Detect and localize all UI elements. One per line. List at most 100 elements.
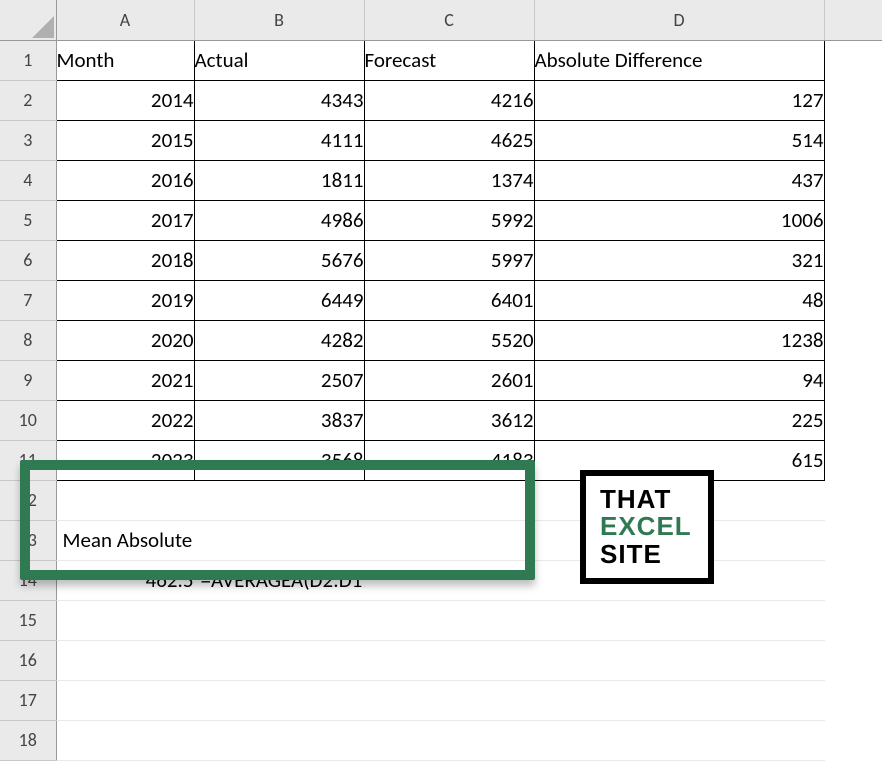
cell-absdiff[interactable]: 1238	[534, 320, 824, 360]
row-header[interactable]: 2	[0, 80, 56, 120]
row-header[interactable]: 1	[0, 40, 56, 80]
empty-cell[interactable]	[824, 480, 882, 520]
cell-absdiff[interactable]: 437	[534, 160, 824, 200]
row-header[interactable]: 7	[0, 280, 56, 320]
row-header[interactable]: 11	[0, 440, 56, 480]
row-header[interactable]: 6	[0, 240, 56, 280]
cell-absdiff[interactable]: 127	[534, 80, 824, 120]
empty-cell[interactable]	[824, 640, 882, 680]
cell-actual[interactable]: 4986	[194, 200, 364, 240]
col-header-D[interactable]: D	[534, 0, 824, 40]
cell[interactable]	[194, 720, 364, 760]
cell-actual[interactable]: 1811	[194, 160, 364, 200]
empty-cell[interactable]	[824, 520, 882, 560]
cell-absdiff[interactable]: 321	[534, 240, 824, 280]
cell[interactable]	[56, 680, 194, 720]
header-absdiff[interactable]: Absolute Difference	[534, 40, 824, 80]
cell-forecast[interactable]: 4625	[364, 120, 534, 160]
row-header[interactable]: 16	[0, 640, 56, 680]
row-header[interactable]: 12	[0, 480, 56, 520]
cell-month[interactable]: 2018	[56, 240, 194, 280]
cell-month[interactable]: 2019	[56, 280, 194, 320]
cell-actual[interactable]: 4343	[194, 80, 364, 120]
cell[interactable]	[534, 640, 824, 680]
cell-forecast[interactable]: 5997	[364, 240, 534, 280]
col-header-A[interactable]: A	[56, 0, 194, 40]
cell[interactable]	[364, 480, 534, 520]
cell[interactable]	[364, 520, 534, 560]
empty-cell[interactable]	[824, 360, 882, 400]
cell-forecast[interactable]: 5992	[364, 200, 534, 240]
cell-absdiff[interactable]: 48	[534, 280, 824, 320]
cell-forecast[interactable]: 6401	[364, 280, 534, 320]
cell-forecast[interactable]: 2601	[364, 360, 534, 400]
empty-cell[interactable]	[824, 80, 882, 120]
cell[interactable]	[56, 480, 194, 520]
cell[interactable]: =AVERAGEA(D2:D11)	[194, 560, 364, 600]
cell[interactable]	[56, 600, 194, 640]
row-header[interactable]: 13	[0, 520, 56, 560]
cell-month[interactable]: 2022	[56, 400, 194, 440]
cell[interactable]	[534, 680, 824, 720]
header-forecast[interactable]: Forecast	[364, 40, 534, 80]
cell-month[interactable]: 2021	[56, 360, 194, 400]
row-header[interactable]: 14	[0, 560, 56, 600]
cell-actual[interactable]: 5676	[194, 240, 364, 280]
row-header[interactable]: 5	[0, 200, 56, 240]
cell[interactable]	[364, 680, 534, 720]
empty-cell[interactable]	[824, 200, 882, 240]
cell-actual[interactable]: 4111	[194, 120, 364, 160]
empty-cell[interactable]	[824, 240, 882, 280]
select-all-corner[interactable]	[0, 0, 56, 40]
row-header[interactable]: 9	[0, 360, 56, 400]
empty-cell[interactable]	[824, 320, 882, 360]
cell-absdiff[interactable]: 94	[534, 360, 824, 400]
empty-cell[interactable]	[824, 160, 882, 200]
cell[interactable]	[194, 640, 364, 680]
row-header[interactable]: 8	[0, 320, 56, 360]
cell-actual[interactable]: 3837	[194, 400, 364, 440]
cell-month[interactable]: 2023	[56, 440, 194, 480]
cell-actual[interactable]: 3568	[194, 440, 364, 480]
row-header[interactable]: 17	[0, 680, 56, 720]
cell[interactable]: 462.5	[56, 560, 194, 600]
empty-cell[interactable]	[824, 680, 882, 720]
empty-cell[interactable]	[824, 720, 882, 760]
cell[interactable]: Mean Absolute Difference:	[56, 520, 194, 560]
header-month[interactable]: Month	[56, 40, 194, 80]
cell-month[interactable]: 2017	[56, 200, 194, 240]
cell-month[interactable]: 2016	[56, 160, 194, 200]
cell[interactable]	[56, 640, 194, 680]
row-header[interactable]: 3	[0, 120, 56, 160]
row-header[interactable]: 10	[0, 400, 56, 440]
cell-absdiff[interactable]: 1006	[534, 200, 824, 240]
cell[interactable]	[534, 600, 824, 640]
cell-forecast[interactable]: 4183	[364, 440, 534, 480]
empty-cell[interactable]	[824, 40, 882, 80]
cell[interactable]	[364, 560, 534, 600]
cell-actual[interactable]: 4282	[194, 320, 364, 360]
empty-cell[interactable]	[824, 440, 882, 480]
cell-actual[interactable]: 2507	[194, 360, 364, 400]
cell[interactable]	[194, 600, 364, 640]
cell[interactable]	[194, 480, 364, 520]
empty-cell[interactable]	[824, 120, 882, 160]
cell[interactable]	[534, 720, 824, 760]
cell-forecast[interactable]: 1374	[364, 160, 534, 200]
col-header-blank[interactable]	[824, 0, 882, 40]
col-header-C[interactable]: C	[364, 0, 534, 40]
empty-cell[interactable]	[824, 600, 882, 640]
spreadsheet[interactable]: A B C D 1 Month Actual Forecast Absolute…	[0, 0, 882, 762]
cell-actual[interactable]: 6449	[194, 280, 364, 320]
cell-forecast[interactable]: 5520	[364, 320, 534, 360]
empty-cell[interactable]	[824, 560, 882, 600]
empty-cell[interactable]	[824, 400, 882, 440]
cell-forecast[interactable]: 3612	[364, 400, 534, 440]
row-header[interactable]: 4	[0, 160, 56, 200]
cell[interactable]	[364, 640, 534, 680]
row-header[interactable]: 18	[0, 720, 56, 760]
cell-month[interactable]: 2015	[56, 120, 194, 160]
cell[interactable]	[56, 720, 194, 760]
cell-absdiff[interactable]: 514	[534, 120, 824, 160]
cell[interactable]	[364, 720, 534, 760]
